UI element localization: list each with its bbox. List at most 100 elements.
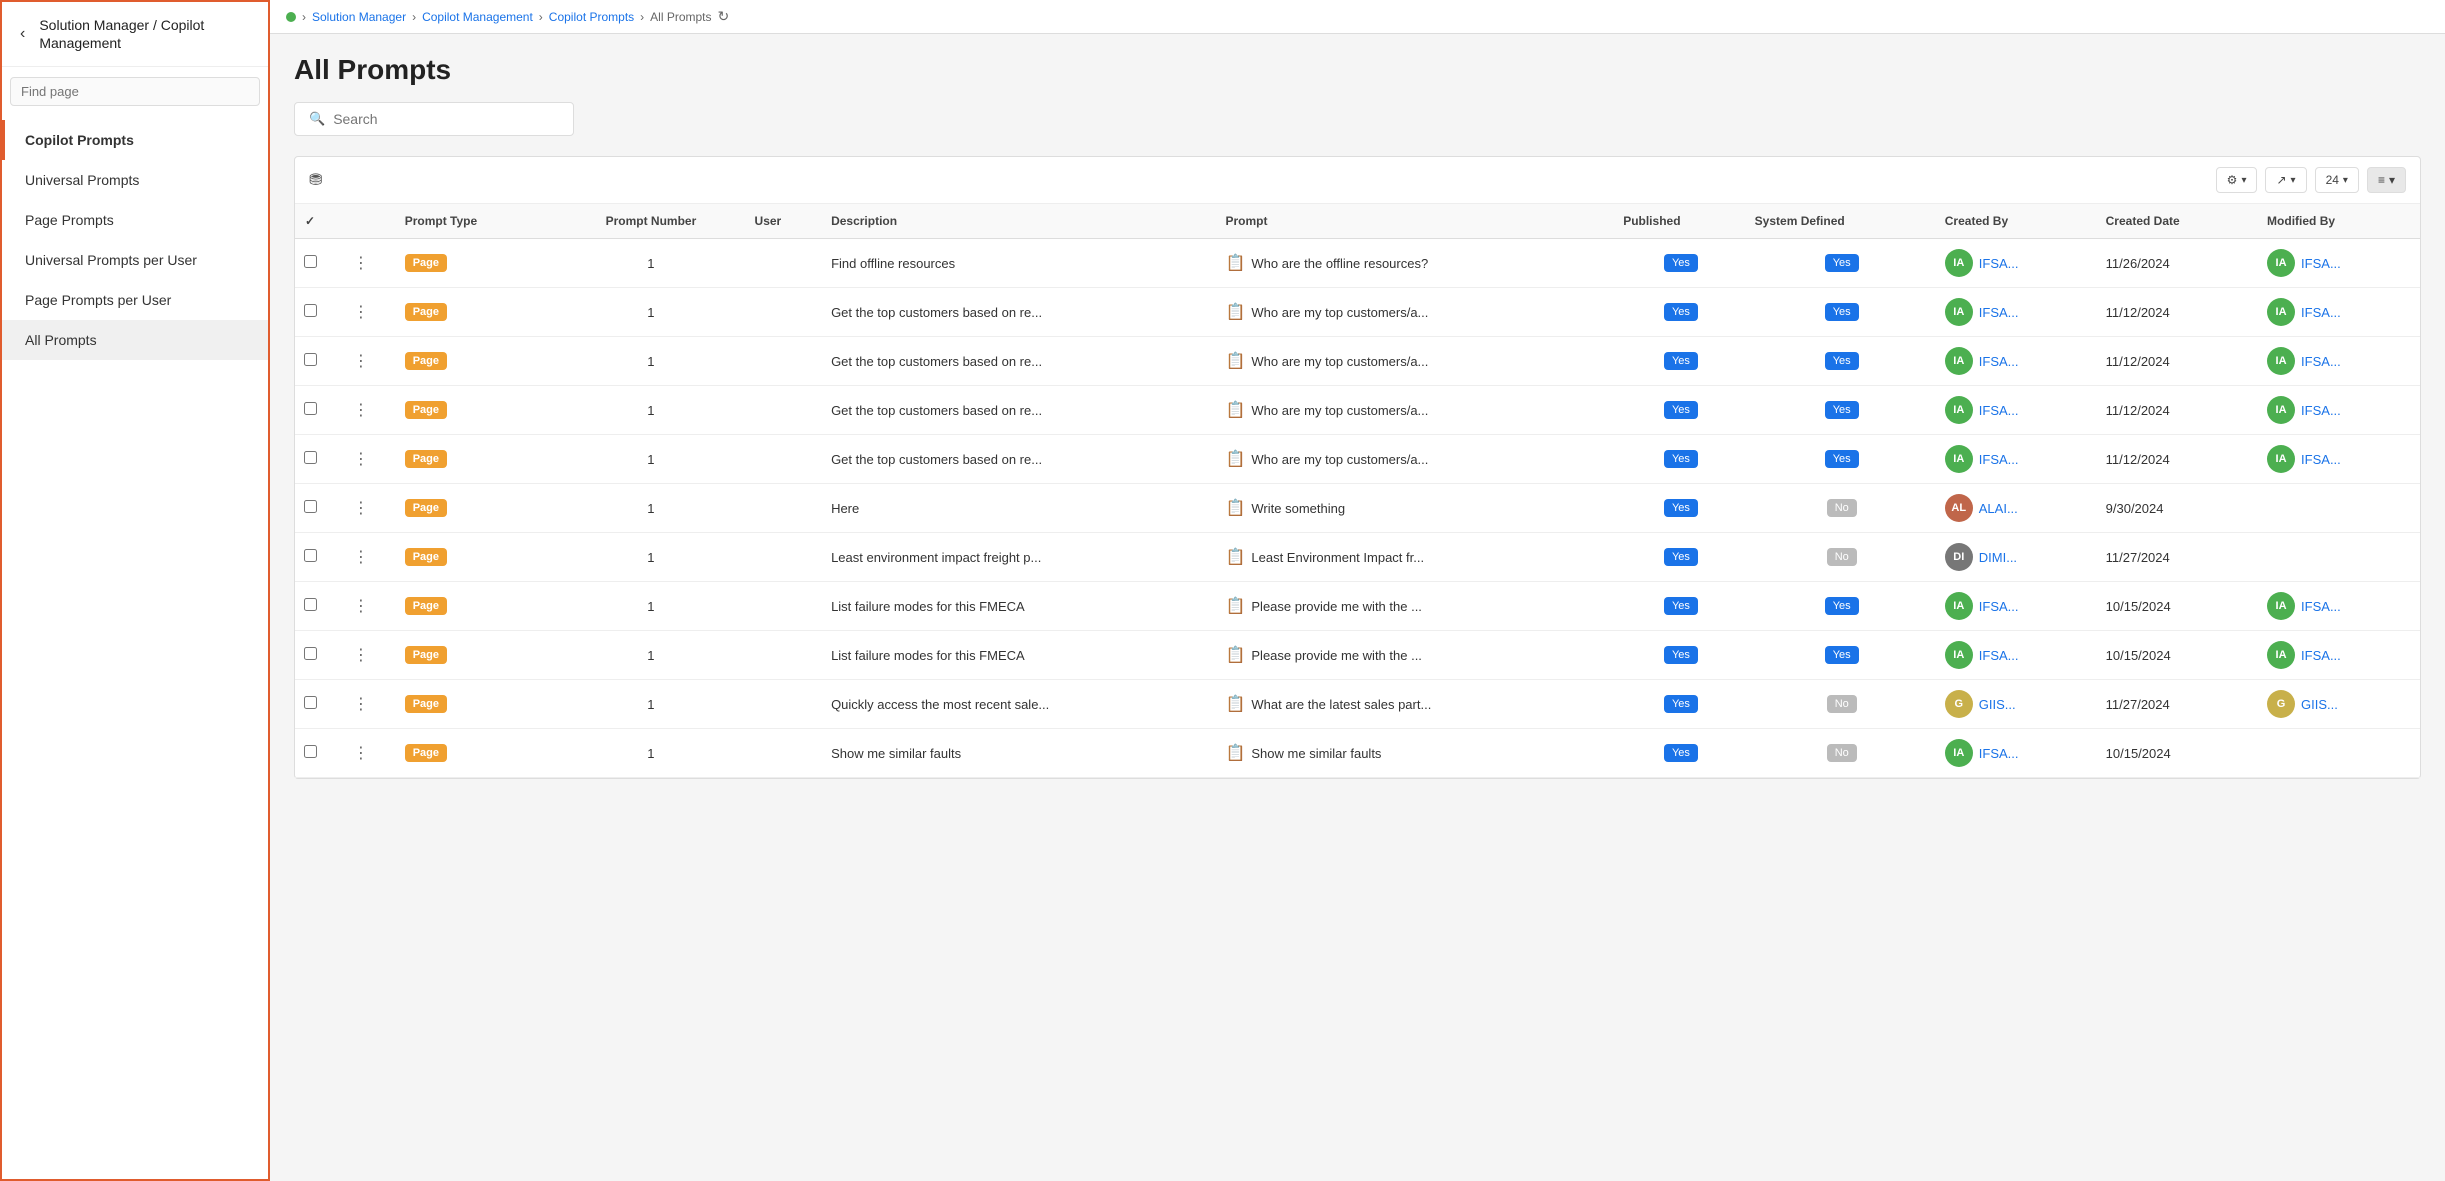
prompt-text-value: Please provide me with the ... bbox=[1251, 599, 1422, 614]
sidebar-item-page-prompts-per-user[interactable]: Page Prompts per User bbox=[2, 280, 268, 320]
modified-by-name[interactable]: GIIS... bbox=[2301, 697, 2338, 712]
sidebar-item-all-prompts[interactable]: All Prompts bbox=[2, 320, 268, 360]
created-by-name[interactable]: IFSA... bbox=[1979, 746, 2019, 761]
modified-by-name[interactable]: IFSA... bbox=[2301, 354, 2341, 369]
created-by-name[interactable]: IFSA... bbox=[1979, 599, 2019, 614]
created-by-name[interactable]: IFSA... bbox=[1979, 305, 2019, 320]
col-checkmark: ✓ bbox=[295, 204, 325, 239]
export-button[interactable]: ↗ ▾ bbox=[2265, 167, 2306, 193]
created-by-name[interactable]: GIIS... bbox=[1979, 697, 2016, 712]
created-by-name[interactable]: IFSA... bbox=[1979, 256, 2019, 271]
created-by-name[interactable]: IFSA... bbox=[1979, 452, 2019, 467]
created-by-name[interactable]: IFSA... bbox=[1979, 403, 2019, 418]
row-checkbox[interactable] bbox=[304, 647, 317, 660]
modified-by-cell: GGIIS... bbox=[2267, 690, 2412, 718]
published-badge: Yes bbox=[1664, 254, 1698, 272]
row-checkbox[interactable] bbox=[304, 696, 317, 709]
col-prompt-number: Prompt Number bbox=[555, 204, 746, 239]
settings-button[interactable]: ⚙ ▾ bbox=[2216, 167, 2258, 193]
row-context-menu-button[interactable]: ⋮ bbox=[349, 496, 373, 520]
modified-by-name[interactable]: IFSA... bbox=[2301, 256, 2341, 271]
prompt-doc-icon: 📋 bbox=[1225, 302, 1245, 322]
prompt-doc-icon: 📋 bbox=[1225, 694, 1245, 714]
prompt-doc-icon: 📋 bbox=[1225, 400, 1245, 420]
table-row: ⋮Page1Find offline resources📋Who are the… bbox=[295, 239, 2420, 288]
created-by-cell: IAIFSA... bbox=[1945, 739, 2090, 767]
prompt-doc-icon: 📋 bbox=[1225, 449, 1245, 469]
sidebar-item-universal-prompts-per-user[interactable]: Universal Prompts per User bbox=[2, 240, 268, 280]
filter-button[interactable]: ⛃ bbox=[309, 170, 322, 190]
modified-by-name[interactable]: IFSA... bbox=[2301, 648, 2341, 663]
prompt-user bbox=[747, 337, 824, 386]
sidebar-title: Solution Manager / Copilot Management bbox=[39, 16, 256, 52]
modified-by-name[interactable]: IFSA... bbox=[2301, 452, 2341, 467]
breadcrumb-sep3: › bbox=[539, 10, 543, 24]
prompt-number: 1 bbox=[555, 386, 746, 435]
system-defined-badge: Yes bbox=[1825, 646, 1859, 664]
row-context-menu-button[interactable]: ⋮ bbox=[349, 300, 373, 324]
status-dot bbox=[286, 12, 296, 22]
prompt-user bbox=[747, 484, 824, 533]
row-checkbox[interactable] bbox=[304, 598, 317, 611]
row-checkbox[interactable] bbox=[304, 353, 317, 366]
avatar: IA bbox=[2267, 592, 2295, 620]
search-bar[interactable]: 🔍 bbox=[294, 102, 574, 136]
modified-by-cell: IAIFSA... bbox=[2267, 298, 2412, 326]
row-context-menu-button[interactable]: ⋮ bbox=[349, 447, 373, 471]
sidebar-item-page-prompts[interactable]: Page Prompts bbox=[2, 200, 268, 240]
created-by-name[interactable]: ALAI... bbox=[1979, 501, 2018, 516]
modified-by-name[interactable]: IFSA... bbox=[2301, 403, 2341, 418]
row-context-menu-button[interactable]: ⋮ bbox=[349, 545, 373, 569]
prompt-text: 📋Write something bbox=[1225, 498, 1465, 518]
created-date: 10/15/2024 bbox=[2098, 582, 2259, 631]
breadcrumb-solution-manager[interactable]: Solution Manager bbox=[312, 10, 406, 24]
row-context-menu-button[interactable]: ⋮ bbox=[349, 741, 373, 765]
prompt-text: 📋Who are the offline resources? bbox=[1225, 253, 1465, 273]
modified-by-cell: IAIFSA... bbox=[2267, 396, 2412, 424]
created-by-name[interactable]: IFSA... bbox=[1979, 648, 2019, 663]
sidebar-item-copilot-prompts[interactable]: Copilot Prompts bbox=[2, 120, 268, 160]
prompt-text-value: Who are my top customers/a... bbox=[1251, 452, 1428, 467]
row-checkbox[interactable] bbox=[304, 549, 317, 562]
created-by-name[interactable]: IFSA... bbox=[1979, 354, 2019, 369]
sidebar-navigation: Copilot Prompts Universal Prompts Page P… bbox=[2, 116, 268, 364]
avatar: IA bbox=[2267, 347, 2295, 375]
row-context-menu-button[interactable]: ⋮ bbox=[349, 349, 373, 373]
row-context-menu-button[interactable]: ⋮ bbox=[349, 692, 373, 716]
row-context-menu-button[interactable]: ⋮ bbox=[349, 251, 373, 275]
breadcrumb-copilot-prompts[interactable]: Copilot Prompts bbox=[549, 10, 634, 24]
row-checkbox[interactable] bbox=[304, 500, 317, 513]
list-view-icon: ≡ bbox=[2378, 173, 2385, 187]
breadcrumb-copilot-management[interactable]: Copilot Management bbox=[422, 10, 533, 24]
col-created-date: Created Date bbox=[2098, 204, 2259, 239]
sidebar-item-universal-prompts[interactable]: Universal Prompts bbox=[2, 160, 268, 200]
prompt-user bbox=[747, 582, 824, 631]
back-button[interactable]: ‹ bbox=[14, 23, 31, 45]
content-area: All Prompts 🔍 ⛃ ⚙ ▾ ↗ ▾ bbox=[270, 34, 2445, 1181]
refresh-icon[interactable]: ↻ bbox=[718, 8, 730, 25]
per-page-button[interactable]: 24 ▾ bbox=[2315, 167, 2359, 193]
row-context-menu-button[interactable]: ⋮ bbox=[349, 643, 373, 667]
modified-by-name[interactable]: IFSA... bbox=[2301, 599, 2341, 614]
prompt-user bbox=[747, 288, 824, 337]
view-toggle-button[interactable]: ≡ ▾ bbox=[2367, 167, 2406, 193]
row-checkbox[interactable] bbox=[304, 402, 317, 415]
created-by-cell: IAIFSA... bbox=[1945, 396, 2090, 424]
prompt-number: 1 bbox=[555, 729, 746, 778]
avatar: IA bbox=[2267, 641, 2295, 669]
row-context-menu-button[interactable]: ⋮ bbox=[349, 398, 373, 422]
prompt-number: 1 bbox=[555, 631, 746, 680]
find-page-input[interactable] bbox=[10, 77, 260, 106]
prompt-type-badge: Page bbox=[405, 352, 447, 370]
row-checkbox[interactable] bbox=[304, 304, 317, 317]
created-by-cell: IAIFSA... bbox=[1945, 249, 2090, 277]
row-context-menu-button[interactable]: ⋮ bbox=[349, 594, 373, 618]
created-by-name[interactable]: DIMI... bbox=[1979, 550, 2017, 565]
prompt-text: 📋Who are my top customers/a... bbox=[1225, 351, 1465, 371]
search-input[interactable] bbox=[333, 111, 559, 127]
row-checkbox[interactable] bbox=[304, 255, 317, 268]
row-checkbox[interactable] bbox=[304, 745, 317, 758]
created-date: 11/12/2024 bbox=[2098, 386, 2259, 435]
modified-by-name[interactable]: IFSA... bbox=[2301, 305, 2341, 320]
row-checkbox[interactable] bbox=[304, 451, 317, 464]
